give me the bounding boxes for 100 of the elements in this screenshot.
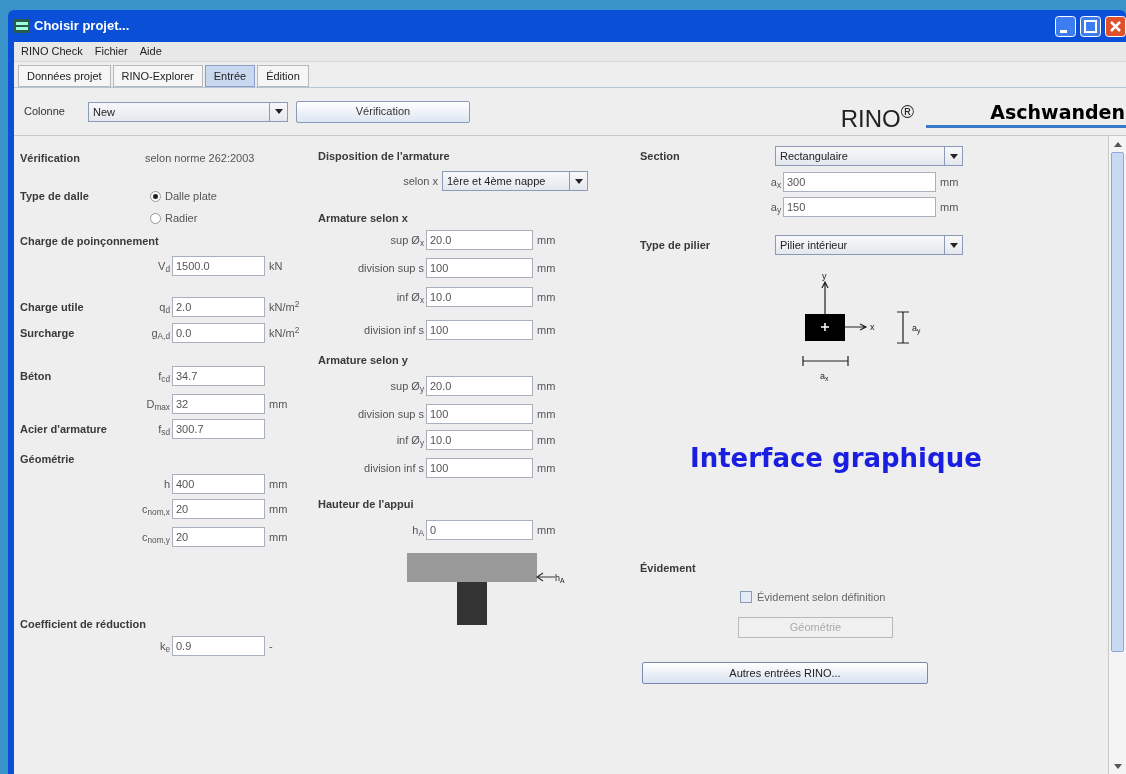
input-field[interactable]: 1500.0 <box>172 256 265 276</box>
input-field[interactable]: 0 <box>426 520 533 540</box>
scroll-down-icon[interactable] <box>1113 763 1122 769</box>
menu-item[interactable]: Aide <box>138 43 163 60</box>
unit-label: mm <box>537 432 556 448</box>
symbol-label: f$_{sd}$ <box>157 421 171 438</box>
field-label: Acier d'armature <box>20 421 108 437</box>
annotation-text: Interface graphique <box>690 441 982 475</box>
input-field[interactable]: 34.7 <box>172 366 265 386</box>
minimize-button[interactable] <box>1055 15 1076 37</box>
unit-label: mm <box>537 260 556 276</box>
maximize-button[interactable] <box>1080 15 1101 37</box>
scrollbar[interactable] <box>1108 136 1126 774</box>
symbol-label: D$_{max}$ <box>145 396 171 413</box>
tab[interactable]: Entrée <box>204 65 256 87</box>
checkbox[interactable] <box>740 591 752 603</box>
symbol-label: division inf s <box>363 322 425 338</box>
unit-label: mm <box>940 199 959 215</box>
input-field[interactable]: 20 <box>172 499 265 519</box>
field-label: Vérification <box>20 150 81 166</box>
company-logo: Aschwanden <box>990 100 1126 123</box>
input-field[interactable]: 100 <box>426 320 533 340</box>
symbol-label: V$_{d}$ <box>157 258 171 275</box>
verification-button[interactable]: Vérification <box>296 100 470 123</box>
unit-label: mm <box>537 232 556 248</box>
input-field[interactable]: 0.9 <box>172 636 265 656</box>
unit-label: mm <box>269 396 288 412</box>
input-field[interactable]: 20.0 <box>426 230 533 250</box>
more-inputs-button[interactable]: Autres entrées RINO... <box>642 662 928 684</box>
symbol-label: k$_{e}$ <box>158 638 171 655</box>
tab[interactable]: Données projet <box>18 65 111 87</box>
scroll-thumb[interactable] <box>1111 152 1124 652</box>
menu-item[interactable]: Fichier <box>93 43 129 60</box>
symbol-label: selon x <box>402 173 439 189</box>
radio-option[interactable]: Radier <box>150 207 217 229</box>
symbol-label: a$_{x}$ <box>769 174 782 191</box>
symbol-label: c$_{nom,y}$ <box>141 529 171 546</box>
section-label: Évidement <box>640 560 696 576</box>
caret-icon <box>949 242 958 248</box>
section-label: Armature selon y <box>318 352 408 368</box>
menu-item[interactable]: RINO Check <box>20 43 84 60</box>
symbol-label: division sup s <box>356 260 425 276</box>
dropdown[interactable]: 1ère et 4ème nappe <box>442 171 588 191</box>
section-label: Charge de poinçonnement <box>20 233 159 249</box>
info-text: selon norme 262:2003 <box>145 150 255 166</box>
section-label: Hauteur de l'appui <box>318 496 414 512</box>
input-field[interactable]: 2.0 <box>172 297 265 317</box>
app-icon <box>14 19 30 33</box>
symbol-label: division sup s <box>356 406 425 422</box>
tab[interactable]: Édition <box>257 65 309 87</box>
field-label: Type de pilier <box>640 237 712 253</box>
tab[interactable]: RINO-Explorer <box>112 65 203 87</box>
unit-label: mm <box>537 522 556 538</box>
field-label: Surcharge <box>20 325 76 341</box>
symbol-label: inf Ø$_{y}$ <box>395 432 425 449</box>
checkbox-option[interactable]: Évidement selon définition <box>740 588 886 606</box>
input-field[interactable]: 100 <box>426 404 533 424</box>
field-label: Charge utile <box>20 299 85 315</box>
unit-label: mm <box>940 174 959 190</box>
symbol-label: a$_{y}$ <box>769 199 782 216</box>
input-field[interactable]: 20 <box>172 527 265 547</box>
input-field[interactable]: 300.7 <box>172 419 265 439</box>
input-field[interactable]: 100 <box>426 458 533 478</box>
dropdown[interactable]: New <box>88 101 288 122</box>
caret-icon <box>949 153 958 159</box>
input-field[interactable]: 0.0 <box>172 323 265 343</box>
field-label: Colonne <box>24 104 66 120</box>
radio-button[interactable] <box>150 212 161 224</box>
symbol-label: h <box>162 476 171 492</box>
drawing-label: a$_{x}$ <box>820 371 829 381</box>
dropdown[interactable]: Rectangulaire <box>775 146 963 166</box>
input-field[interactable]: 10.0 <box>426 430 533 450</box>
symbol-label: h$_{A}$ <box>411 522 425 539</box>
field-label: Type de dalle <box>20 189 90 204</box>
radio-option[interactable]: Dalle plate <box>150 185 217 207</box>
close-button[interactable] <box>1105 15 1126 37</box>
scroll-up-icon[interactable] <box>1113 141 1122 147</box>
unit-label: mm <box>537 406 556 422</box>
field-label: Béton <box>20 368 53 384</box>
input-field[interactable]: 10.0 <box>426 287 533 307</box>
drawing-label: y <box>822 271 827 281</box>
unit-label: mm <box>537 322 556 338</box>
unit-label: mm <box>537 378 556 394</box>
radio-button[interactable] <box>150 190 161 202</box>
symbol-label: division inf s <box>363 460 425 476</box>
drawing-label: x <box>870 322 875 332</box>
unit-label: kN <box>269 258 283 274</box>
section-label: Disposition de l'armature <box>318 148 450 164</box>
dropdown[interactable]: Pilier intérieur <box>775 235 963 255</box>
input-field[interactable]: 100 <box>426 258 533 278</box>
input-field[interactable]: 32 <box>172 394 265 414</box>
input-field[interactable]: 400 <box>172 474 265 494</box>
unit-label: mm <box>537 460 556 476</box>
drawing-label: h$_{A}$ <box>555 573 565 583</box>
input-field[interactable]: 300 <box>783 172 936 192</box>
drawing-label: a$_{y}$ <box>912 323 921 333</box>
input-field[interactable]: 150 <box>783 197 936 217</box>
symbol-label: inf Ø$_{x}$ <box>395 289 425 306</box>
input-field[interactable]: 20.0 <box>426 376 533 396</box>
symbol-label: sup Ø$_{x}$ <box>389 232 425 249</box>
